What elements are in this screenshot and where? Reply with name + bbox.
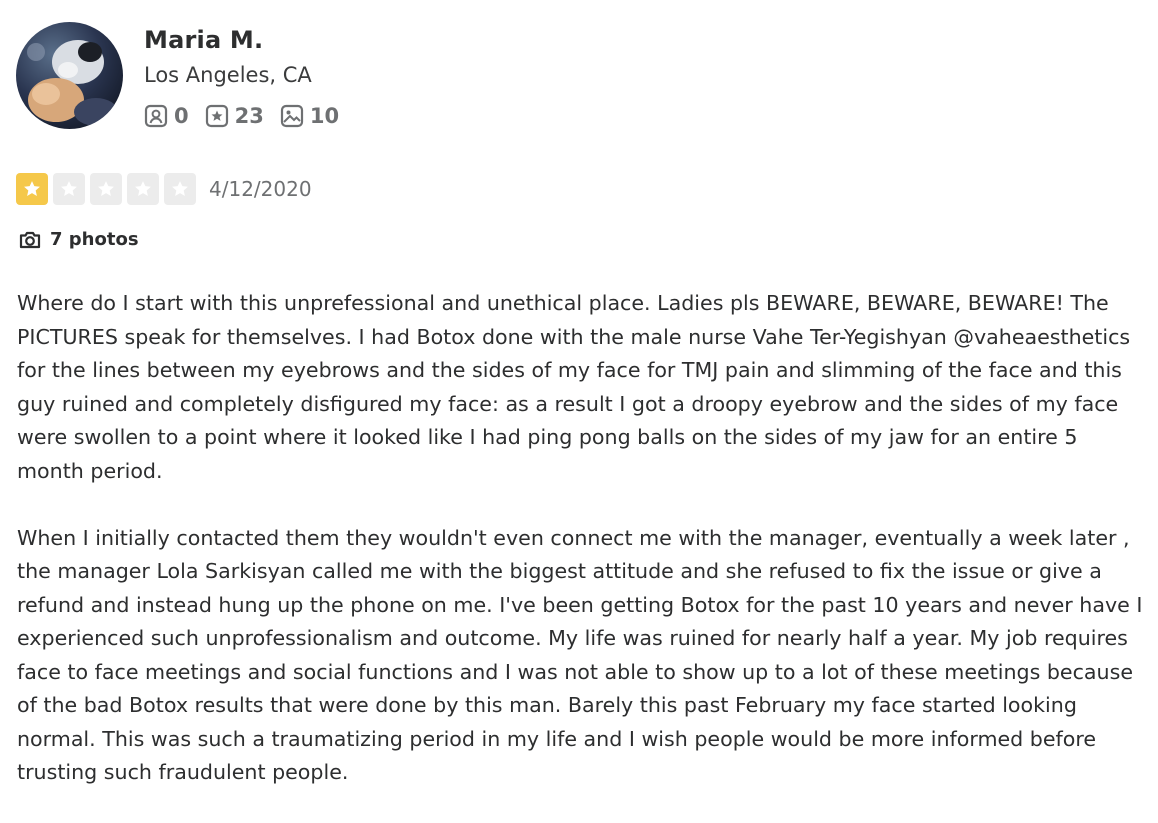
star-icon [24,181,40,196]
photos-link[interactable]: 7 photos [18,227,139,253]
camera-icon [19,231,41,249]
photo-icon [280,104,303,128]
review-text: Where do I start with this unprefessiona… [17,287,1147,823]
photos-count: 10 [309,104,340,128]
review-paragraph: Where do I start with this unprefessiona… [17,291,1131,483]
user-passport: Maria M. Los Angeles, CA 0 23 10 [16,22,616,132]
star-icon [135,181,151,196]
star-empty [53,173,85,205]
friends-stat: 0 [144,102,189,130]
star-empty [164,173,196,205]
star-filled [16,173,48,205]
star-icon [98,181,114,196]
star-icon [61,181,77,196]
star-empty [90,173,122,205]
user-location: Los Angeles, CA [144,63,312,87]
friends-count: 0 [174,104,189,128]
review-star-icon [205,104,228,128]
avatar[interactable] [16,22,123,129]
star-icon [172,181,188,196]
star-empty [127,173,159,205]
reviews-count: 23 [234,104,264,128]
photos-link-label[interactable]: 7 photos [50,227,139,253]
review-paragraph: When I initially contacted them they wou… [17,525,1143,785]
photos-stat: 10 [280,102,339,130]
review-rating-row: 4/12/2020 [16,172,312,206]
user-stats: 0 23 10 [144,101,355,131]
friends-icon [144,104,168,128]
star-rating [16,173,201,205]
review-date: 4/12/2020 [209,177,312,201]
user-name[interactable]: Maria M. [144,24,263,56]
reviews-stat: 23 [205,102,264,130]
